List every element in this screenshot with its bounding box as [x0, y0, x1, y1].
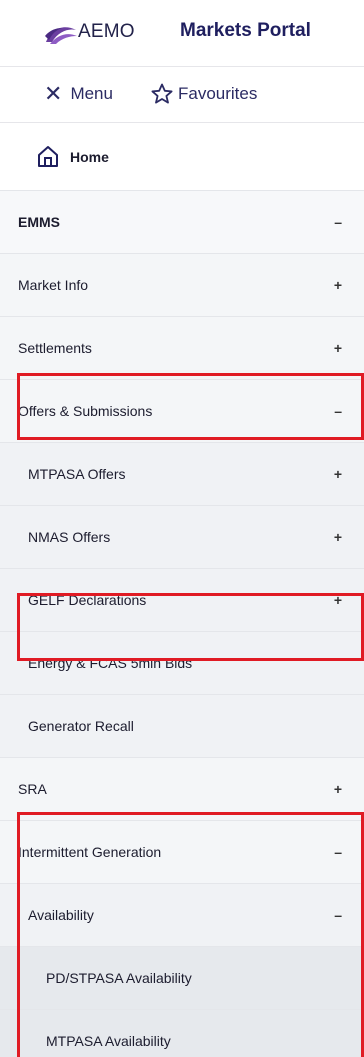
nav-item-label: NMAS Offers — [28, 529, 111, 545]
collapse-icon: – — [334, 214, 342, 230]
nav-item-label: Energy & FCAS 5min Bids — [28, 655, 193, 671]
nav-item-label: PD/STPASA Availability — [46, 970, 192, 986]
nav-item-pd-stpasa-availability[interactable]: PD/STPASA Availability — [0, 946, 364, 1009]
nav-item-label: MTPASA Availability — [46, 1033, 171, 1049]
page-title: Markets Portal — [180, 20, 311, 41]
nav-item-label: Generator Recall — [28, 718, 134, 734]
menu-label: Menu — [70, 84, 113, 103]
nav-item-market-info[interactable]: Market Info + — [0, 253, 364, 316]
nav-item-label: Settlements — [18, 340, 92, 356]
expand-icon: + — [333, 340, 342, 356]
star-icon — [151, 83, 173, 104]
collapse-icon: – — [334, 403, 342, 419]
nav-item-intermittent-generation[interactable]: Intermittent Generation – — [0, 820, 364, 883]
nav-item-label: Offers & Submissions — [18, 403, 153, 419]
collapse-icon: – — [334, 844, 342, 860]
close-menu-button[interactable]: ✕ Menu — [44, 81, 113, 107]
nav-item-energy-fcas-bids[interactable]: Energy & FCAS 5min Bids — [0, 631, 364, 694]
expand-icon: + — [333, 277, 342, 293]
nav-item-label: Intermittent Generation — [18, 844, 162, 860]
nav-item-label: Availability — [28, 907, 94, 923]
expand-icon: + — [333, 592, 342, 608]
nav-item-availability[interactable]: Availability – — [0, 883, 364, 946]
close-icon: ✕ — [44, 81, 63, 106]
home-icon — [38, 146, 58, 167]
nav-item-sra[interactable]: SRA + — [0, 757, 364, 820]
favourites-button[interactable]: Favourites — [150, 80, 257, 108]
nav-item-generator-recall[interactable]: Generator Recall — [0, 694, 364, 757]
nav-menu: EMMS – Market Info + Settlements + Offer… — [0, 190, 364, 1057]
expand-icon: + — [333, 466, 342, 482]
nav-item-emms[interactable]: EMMS – — [0, 190, 364, 253]
nav-item-label: EMMS — [18, 214, 60, 230]
aemo-logo-icon — [45, 27, 77, 44]
nav-item-offers-submissions[interactable]: Offers & Submissions – — [0, 379, 364, 442]
menu-toolbar: ✕ Menu Favourites — [0, 66, 364, 122]
expand-icon: + — [333, 781, 342, 797]
nav-item-mtpasa-availability[interactable]: MTPASA Availability — [0, 1009, 364, 1057]
aemo-logo-text: AEMO — [78, 21, 135, 42]
nav-item-label: SRA — [18, 781, 47, 797]
nav-item-nmas-offers[interactable]: NMAS Offers + — [0, 505, 364, 568]
nav-item-label: GELF Declarations — [28, 592, 147, 608]
collapse-icon: – — [334, 907, 342, 923]
nav-item-gelf-declarations[interactable]: GELF Declarations + — [0, 568, 364, 631]
nav-item-settlements[interactable]: Settlements + — [0, 316, 364, 379]
home-label: Home — [70, 149, 109, 165]
portal-header: AEMO Markets Portal — [0, 0, 364, 66]
nav-item-label: MTPASA Offers — [28, 466, 126, 482]
favourites-label: Favourites — [178, 84, 258, 103]
nav-item-mtpasa-offers[interactable]: MTPASA Offers + — [0, 442, 364, 505]
nav-home[interactable]: Home — [0, 122, 364, 190]
expand-icon: + — [333, 529, 342, 545]
nav-item-label: Market Info — [18, 277, 89, 293]
